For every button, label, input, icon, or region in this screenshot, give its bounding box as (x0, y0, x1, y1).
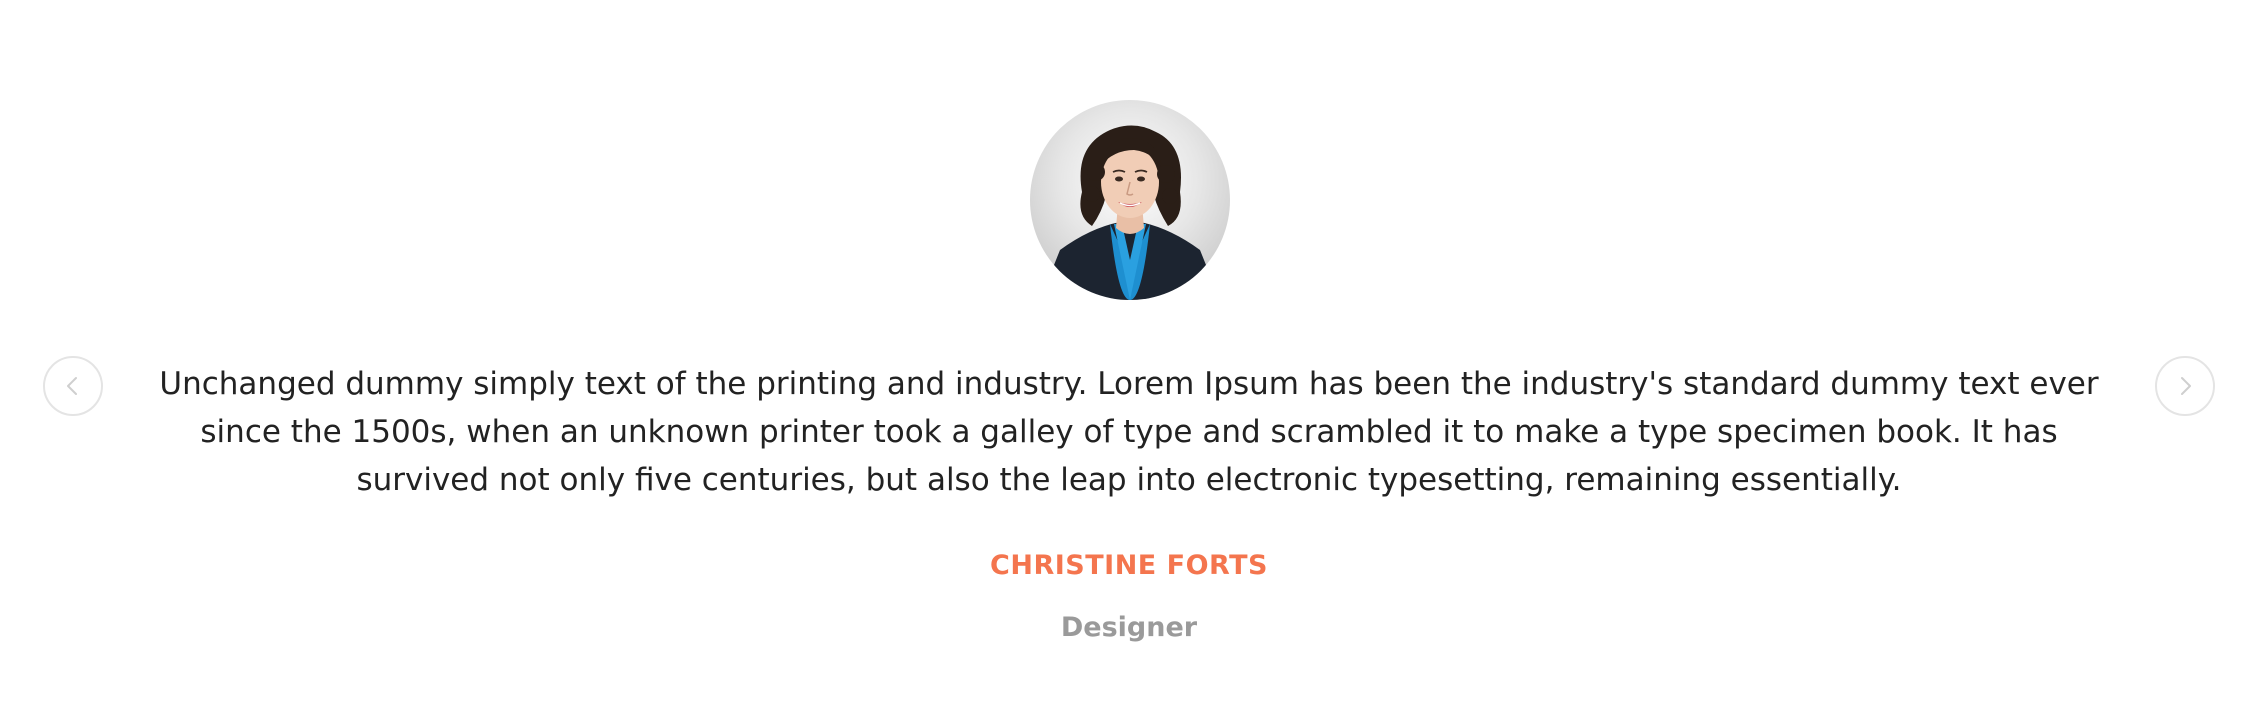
avatar (1030, 100, 1230, 300)
chevron-right-icon (2181, 377, 2191, 395)
person-portrait-image (1040, 125, 1220, 300)
next-slide-button[interactable] (2155, 356, 2215, 416)
testimonial-slider: Unchanged dummy simply text of the print… (0, 0, 2258, 712)
testimonial-quote: Unchanged dummy simply text of the print… (159, 366, 2099, 498)
chevron-left-icon (67, 377, 77, 395)
previous-slide-button[interactable] (43, 356, 103, 416)
author-name: CHRISTINE FORTS (990, 550, 1268, 581)
author-role: Designer (1060, 612, 1198, 643)
